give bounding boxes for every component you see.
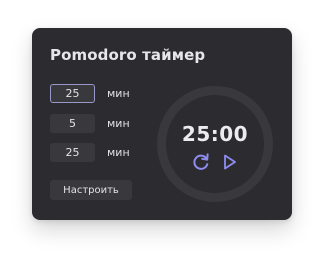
refresh-icon — [193, 153, 209, 170]
reset-button[interactable] — [191, 152, 211, 172]
short-break-unit: мин — [107, 117, 130, 130]
work-duration-unit: мин — [107, 87, 130, 100]
long-break-row: мин — [50, 143, 130, 162]
pomodoro-card: Pomodoro таймер мин мин мин Настроить 25… — [32, 28, 292, 220]
play-icon — [224, 154, 236, 170]
work-duration-row: мин — [50, 84, 130, 103]
timer-display: 25:00 — [181, 122, 249, 146]
long-break-unit: мин — [107, 146, 130, 159]
timer-controls — [191, 152, 239, 172]
configure-button[interactable]: Настроить — [50, 180, 132, 200]
timer-dial: 25:00 — [155, 84, 275, 204]
widget-title: Pomodoro таймер — [50, 46, 206, 64]
short-break-input[interactable] — [50, 114, 95, 133]
play-button[interactable] — [219, 152, 239, 172]
work-duration-input[interactable] — [50, 84, 95, 103]
long-break-input[interactable] — [50, 143, 95, 162]
short-break-row: мин — [50, 114, 130, 133]
